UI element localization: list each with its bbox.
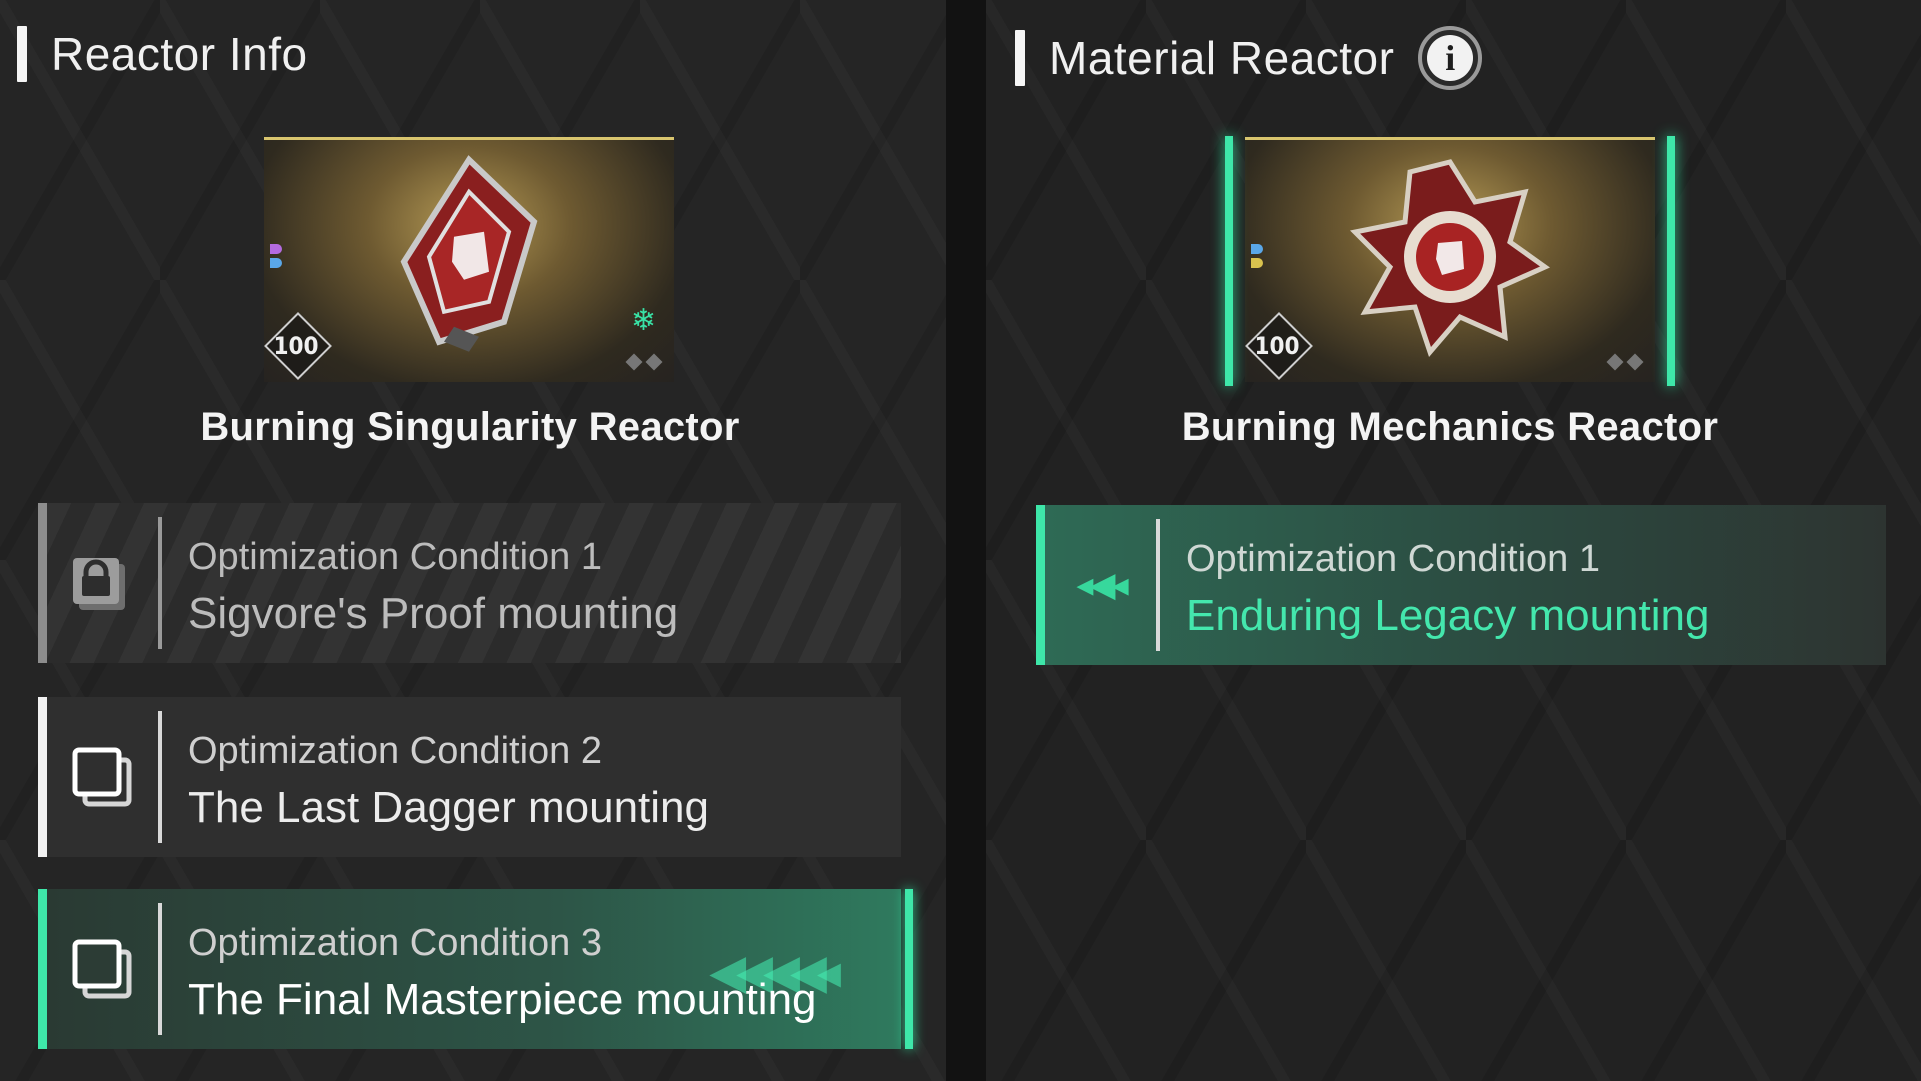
panel-title: Material Reactor bbox=[1049, 32, 1395, 84]
rank-indicator bbox=[625, 353, 663, 371]
optimization-condition-3[interactable]: ◀◀◀◀◂ Optimization Condition 3 The Final… bbox=[38, 889, 913, 1049]
row-separator bbox=[158, 517, 162, 649]
reactor-card[interactable]: 100 ❄ bbox=[264, 137, 674, 382]
condition-label: Optimization Condition 1 bbox=[188, 536, 602, 578]
panel-divider bbox=[946, 0, 986, 1081]
reactor-name: Burning Singularity Reactor bbox=[200, 405, 740, 449]
condition-value: Sigvore's Proof mounting bbox=[188, 589, 679, 638]
condition-value: Enduring Legacy mounting bbox=[1186, 591, 1710, 640]
arrows-left-icon: ◂◀◂ bbox=[1076, 566, 1128, 604]
reactor-info-panel: Reactor Info 100 ❄ Burning Singularity R… bbox=[0, 0, 946, 1081]
stacked-squares-icon bbox=[47, 697, 158, 857]
selection-glow-right bbox=[1667, 136, 1675, 386]
tier-indicator bbox=[270, 244, 282, 272]
condition-label: Optimization Condition 1 bbox=[1186, 538, 1600, 580]
optimization-condition-1[interactable]: ◂◀◂ Optimization Condition 1 Enduring Le… bbox=[1036, 505, 1886, 665]
title-accent-bar bbox=[1015, 30, 1025, 86]
snowflake-icon: ❄ bbox=[630, 304, 656, 337]
condition-label: Optimization Condition 3 bbox=[188, 922, 602, 964]
level-value: 100 bbox=[1254, 332, 1300, 360]
panel-title: Reactor Info bbox=[51, 28, 308, 80]
reactor-card[interactable]: 100 bbox=[1225, 136, 1675, 386]
condition-value: The Final Masterpiece mounting bbox=[188, 975, 817, 1024]
condition-value: The Last Dagger mounting bbox=[188, 783, 709, 832]
selection-glow-left bbox=[1225, 136, 1233, 386]
condition-label: Optimization Condition 2 bbox=[188, 730, 602, 772]
optimization-condition-1[interactable]: Optimization Condition 1 Sigvore's Proof… bbox=[38, 503, 901, 663]
row-separator bbox=[158, 711, 162, 843]
reactor-name: Burning Mechanics Reactor bbox=[1181, 405, 1719, 449]
material-reactor-panel: Material Reactor i 100 Burning Mechanics… bbox=[986, 0, 1921, 1081]
reactor-image bbox=[400, 155, 538, 352]
lock-icon bbox=[47, 503, 158, 663]
row-separator bbox=[1156, 519, 1160, 651]
reactor-image bbox=[1350, 159, 1550, 357]
reactor-info-header: Reactor Info bbox=[17, 26, 308, 82]
row-separator bbox=[158, 903, 162, 1035]
info-icon[interactable]: i bbox=[1418, 26, 1483, 90]
level-value: 100 bbox=[273, 332, 319, 360]
tier-indicator bbox=[1251, 244, 1263, 272]
material-reactor-header: Material Reactor i bbox=[1015, 26, 1483, 90]
stacked-squares-icon bbox=[47, 889, 158, 1049]
rank-indicator bbox=[1606, 353, 1644, 371]
optimization-condition-2[interactable]: Optimization Condition 2 The Last Dagger… bbox=[38, 697, 901, 857]
title-accent-bar bbox=[17, 26, 27, 82]
